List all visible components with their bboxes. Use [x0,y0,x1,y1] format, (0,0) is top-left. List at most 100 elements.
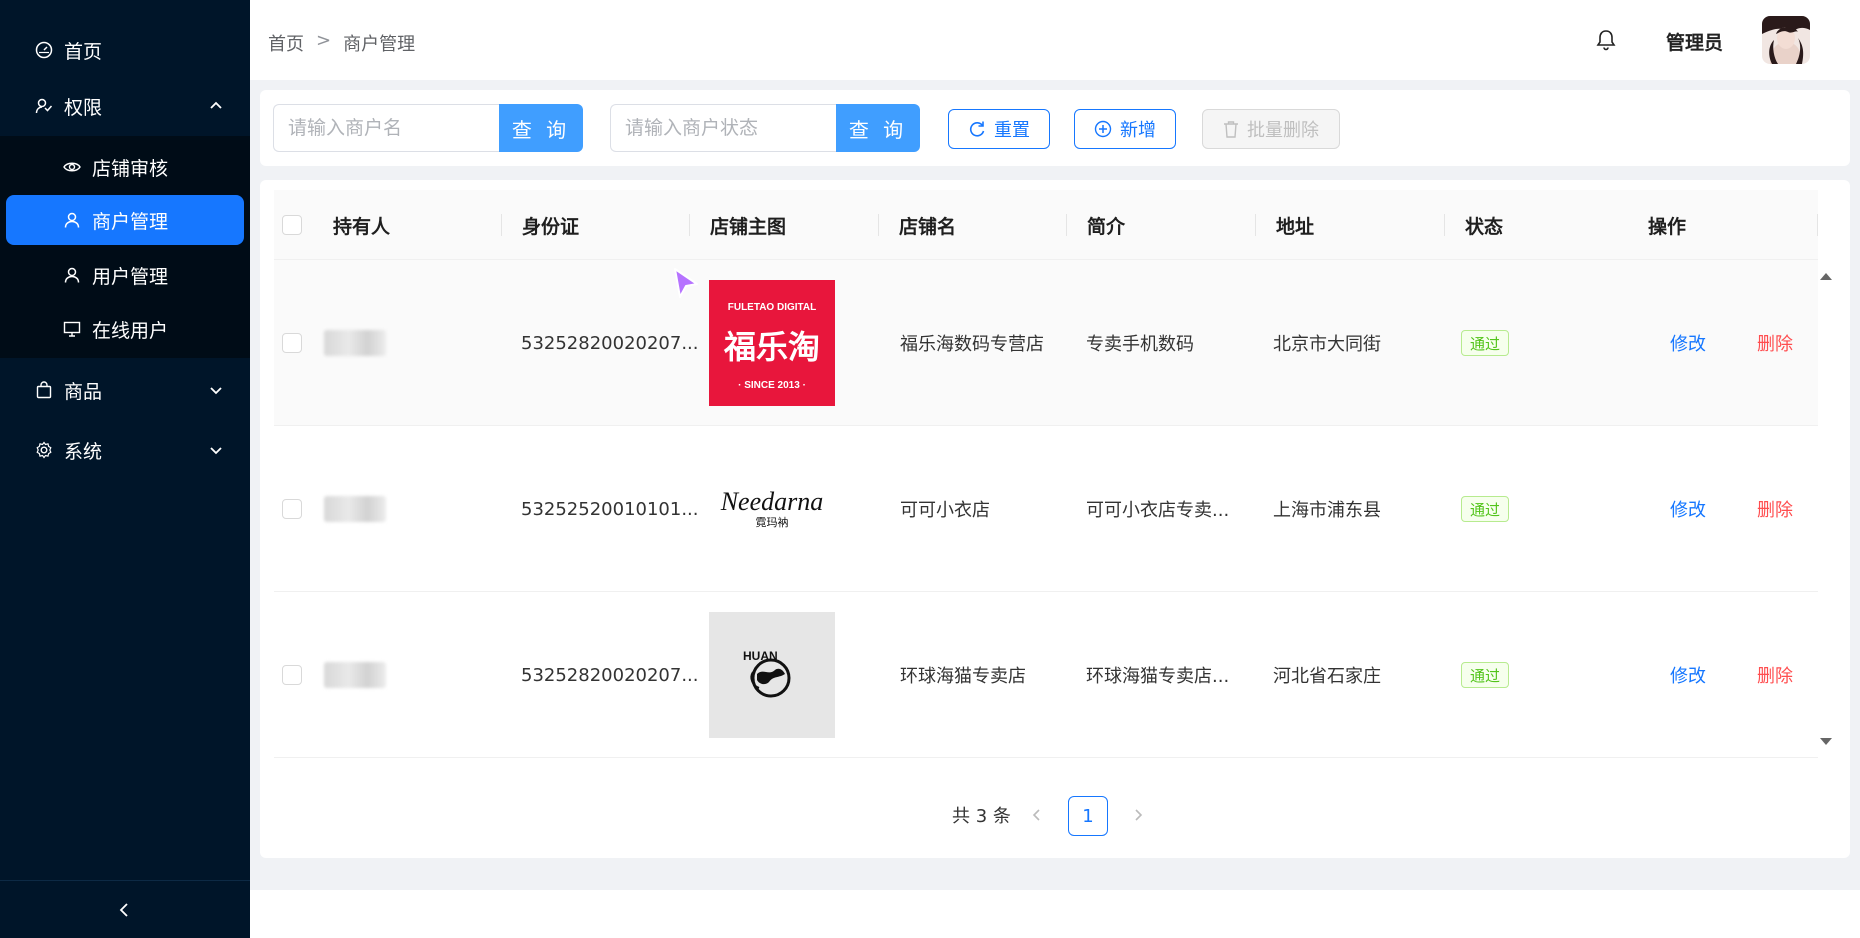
user-name[interactable]: 管理员 [1666,28,1723,55]
reset-label: 重置 [994,120,1030,141]
toolbar: 查 询 查 询 重置 新增 批量删除 [260,90,1850,166]
breadcrumb: 首页 > 商户管理 [268,30,415,56]
status-cell: 通过 [1461,592,1510,758]
delete-link[interactable]: 删除 [1757,592,1793,758]
row-checkbox[interactable] [282,665,302,685]
scroll-down-icon[interactable] [1818,736,1834,748]
avatar[interactable] [1762,16,1810,64]
sidebar-item-user-manage[interactable]: 用户管理 [0,250,250,300]
shop-logo-image[interactable]: FULETAO DIGITAL 福乐淘 · SINCE 2013 · [709,280,835,406]
chevron-left-icon [119,902,128,917]
column-divider [1066,214,1067,236]
select-all-cell [282,190,302,260]
sidebar-item-label: 商品 [64,380,103,403]
column-divider [1255,214,1256,236]
column-divider [878,214,879,236]
pagination-page-current[interactable]: 1 [1068,796,1108,836]
sidebar-item-goods[interactable]: 商品 [0,362,250,418]
shop-name-cell: 环球海猫专卖店 [900,666,1026,687]
batch-delete-button[interactable]: 批量删除 [1202,109,1340,149]
breadcrumb-current: 商户管理 [343,34,416,55]
edit-link[interactable]: 修改 [1670,426,1706,592]
column-header-intro[interactable]: 简介 [1087,190,1125,260]
scroll-up-icon[interactable] [1818,270,1834,282]
address-cell: 北京市大同街 [1273,334,1381,355]
table-row[interactable]: 53252520010101... Needarna 霓玛衲 可可小衣店 可可小… [274,426,1818,592]
add-button[interactable]: 新增 [1074,109,1176,149]
table-row[interactable]: 53252820020207... HUAN 环球海猫专卖店 环球海猫专卖店..… [274,592,1818,758]
select-all-checkbox[interactable] [282,215,302,235]
edit-link[interactable]: 修改 [1670,260,1706,426]
edit-link[interactable]: 修改 [1670,592,1706,758]
monitor-icon [62,319,82,339]
refresh-icon [969,121,985,137]
svg-text:FULETAO DIGITAL: FULETAO DIGITAL [728,302,817,313]
id-card-cell: 53252820020207... [521,664,699,686]
column-header-shop-name[interactable]: 店铺名 [899,190,956,260]
owner-cell [324,260,386,426]
sidebar-item-system[interactable]: 系统 [0,422,250,478]
intro-cell: 可可小衣店专卖... [1086,500,1230,521]
shop-name-cell: 可可小衣店 [900,500,990,521]
row-checkbox[interactable] [282,499,302,519]
svg-text:霓玛衲: 霓玛衲 [756,516,789,529]
row-select-cell [282,592,302,758]
row-select-cell [282,426,302,592]
batch-delete-label: 批量删除 [1247,120,1319,141]
table-row[interactable]: 53252820020207... FULETAO DIGITAL 福乐淘 · … [274,260,1818,426]
column-header-status[interactable]: 状态 [1465,190,1503,260]
column-header-id-card[interactable]: 身份证 [522,190,579,260]
column-header-actions: 操作 [1648,215,1687,238]
merchant-name-input[interactable] [273,104,499,152]
column-header-address[interactable]: 地址 [1276,190,1314,260]
breadcrumb-separator: > [316,30,332,51]
row-checkbox[interactable] [282,333,302,353]
sidebar: 首页 权限 店铺审核 商户管理 用户管理 在线用户 商品 系统 [0,0,250,938]
merchant-status-input[interactable] [610,104,836,152]
shop-logo-image[interactable]: HUAN [709,612,835,738]
status-badge: 通过 [1461,662,1510,688]
owner-name-blurred [324,662,386,688]
owner-cell [324,592,386,758]
sidebar-item-permission[interactable]: 权限 [0,78,250,134]
column-header-owner[interactable]: 持有人 [333,190,390,260]
sidebar-item-home[interactable]: 首页 [0,22,250,78]
sidebar-item-online-users[interactable]: 在线用户 [0,304,250,354]
svg-text:福乐淘: 福乐淘 [723,328,820,366]
pagination-next-button[interactable] [1126,800,1150,830]
column-header-shop-image[interactable]: 店铺主图 [710,190,786,260]
sidebar-item-label: 权限 [64,96,103,119]
sidebar-item-label: 在线用户 [92,319,169,342]
shop-image-cell: FULETAO DIGITAL 福乐淘 · SINCE 2013 · [709,260,835,426]
breadcrumb-home[interactable]: 首页 [268,30,304,56]
delete-link[interactable]: 删除 [1757,426,1793,592]
bag-icon [34,380,54,400]
intro-cell: 专卖手机数码 [1086,334,1194,355]
merchant-name-search: 查 询 [273,104,583,152]
reset-button[interactable]: 重置 [948,109,1050,149]
status-badge: 通过 [1461,330,1510,356]
shop-logo-image[interactable]: Needarna 霓玛衲 [709,446,835,572]
search-status-button[interactable]: 查 询 [836,104,920,152]
add-label: 新增 [1120,120,1156,141]
sidebar-item-shop-review[interactable]: 店铺审核 [0,142,250,192]
delete-link[interactable]: 删除 [1757,260,1793,426]
table-header: 持有人 身份证 店铺主图 店铺名 简介 地址 状态 操作 [274,190,1818,260]
pagination-prev-button[interactable] [1025,800,1049,830]
sidebar-item-merchant[interactable]: 商户管理 [6,195,244,245]
search-name-button[interactable]: 查 询 [499,104,583,152]
column-divider [1817,214,1818,236]
sidebar-collapse-button[interactable] [0,880,250,938]
column-divider [501,214,502,236]
user-icon [62,210,82,230]
owner-name-blurred [324,496,386,522]
bell-icon[interactable] [1594,28,1618,52]
trash-icon [1224,121,1238,138]
sidebar-item-label: 商户管理 [92,210,169,233]
address-cell: 河北省石家庄 [1273,666,1381,687]
mouse-cursor-icon [674,268,698,298]
shop-image-cell: Needarna 霓玛衲 [709,426,835,592]
sidebar-item-label: 首页 [64,40,103,63]
sidebar-item-label: 店铺审核 [92,157,169,180]
pagination-total: 共 3 条 [952,806,1011,827]
